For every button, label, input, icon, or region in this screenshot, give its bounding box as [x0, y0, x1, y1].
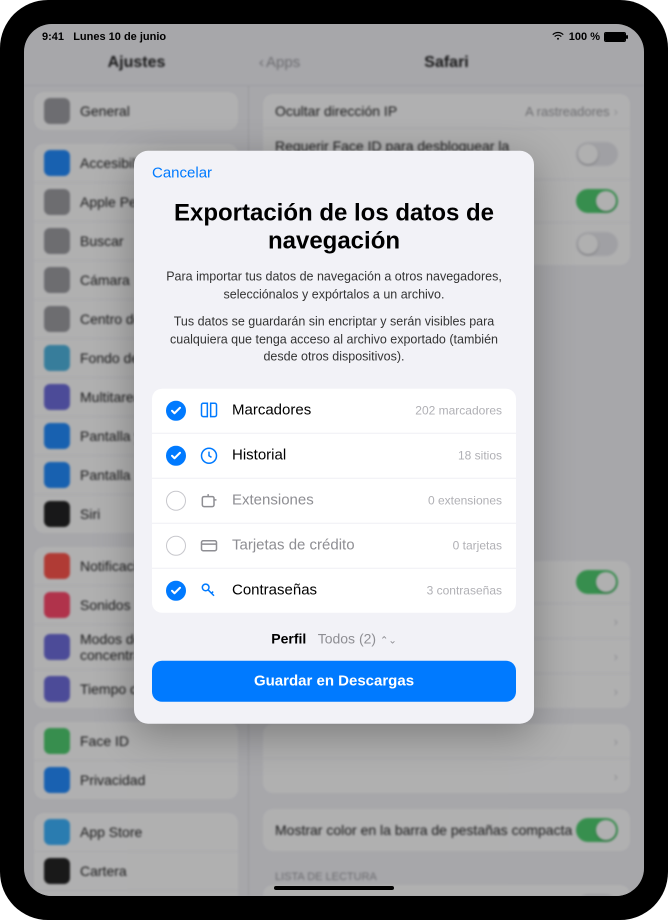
puzzle-icon	[198, 490, 220, 510]
export-label: Marcadores	[232, 402, 403, 419]
modal-title: Exportación de los datos de navegación	[152, 200, 516, 255]
export-count: 3 contraseñas	[427, 583, 502, 597]
profile-value: Todos (2) ⌃⌄	[318, 630, 397, 646]
home-indicator[interactable]	[274, 886, 394, 890]
export-options-list: Marcadores 202 marcadores Historial 18 s…	[152, 388, 516, 612]
book-icon	[198, 400, 220, 420]
export-modal: Cancelar Exportación de los datos de nav…	[134, 151, 534, 724]
profile-selector[interactable]: Perfil Todos (2) ⌃⌄	[152, 630, 516, 646]
checkbox-checked-icon[interactable]	[166, 580, 186, 600]
export-passwords-row[interactable]: Contraseñas 3 contraseñas	[152, 568, 516, 612]
export-count: 0 tarjetas	[453, 538, 502, 552]
key-icon	[198, 580, 220, 600]
screen: 9:41 Lunes 10 de junio 100 % Ajustes ‹ A…	[24, 24, 644, 896]
export-bookmarks-row[interactable]: Marcadores 202 marcadores	[152, 388, 516, 433]
credit-card-icon	[198, 535, 220, 555]
export-label: Historial	[232, 447, 446, 464]
checkbox-unchecked-icon[interactable]	[166, 490, 186, 510]
save-button[interactable]: Guardar en Descargas	[152, 660, 516, 701]
updown-icon: ⌃⌄	[380, 635, 397, 646]
export-count: 202 marcadores	[415, 403, 502, 417]
export-count: 0 extensiones	[428, 493, 502, 507]
device-frame: 9:41 Lunes 10 de junio 100 % Ajustes ‹ A…	[0, 0, 668, 920]
modal-warning: Tus datos se guardarán sin encriptar y s…	[152, 314, 516, 367]
export-label: Tarjetas de crédito	[232, 537, 441, 554]
export-cards-row[interactable]: Tarjetas de crédito 0 tarjetas	[152, 523, 516, 568]
export-count: 18 sitios	[458, 448, 502, 462]
export-label: Contraseñas	[232, 582, 415, 599]
checkbox-unchecked-icon[interactable]	[166, 535, 186, 555]
export-extensions-row[interactable]: Extensiones 0 extensiones	[152, 478, 516, 523]
export-history-row[interactable]: Historial 18 sitios	[152, 433, 516, 478]
modal-description: Para importar tus datos de navegación a …	[152, 269, 516, 304]
checkbox-checked-icon[interactable]	[166, 445, 186, 465]
clock-icon	[198, 445, 220, 465]
cancel-button[interactable]: Cancelar	[152, 165, 516, 182]
profile-key: Perfil	[271, 630, 306, 646]
export-label: Extensiones	[232, 492, 416, 509]
checkbox-checked-icon[interactable]	[166, 400, 186, 420]
